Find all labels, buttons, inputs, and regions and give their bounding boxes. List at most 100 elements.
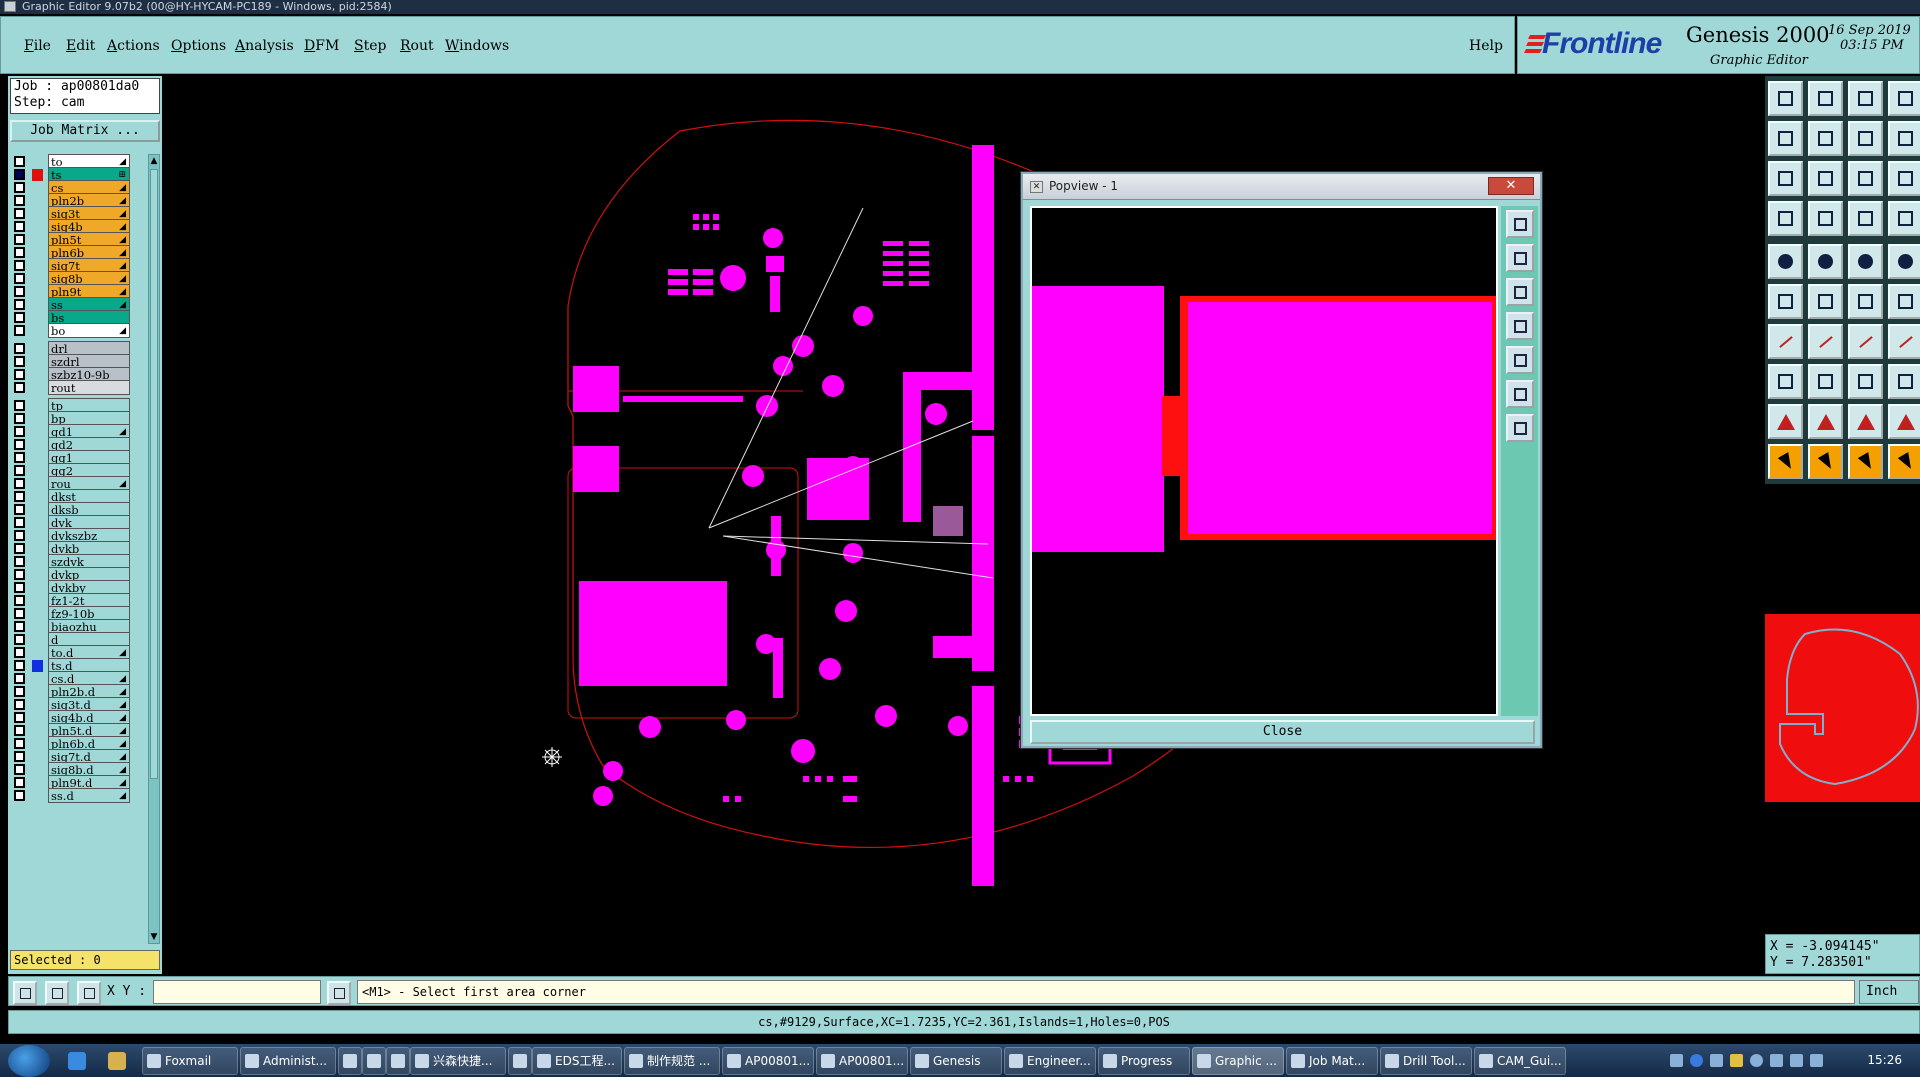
node-icon[interactable]	[1768, 364, 1803, 399]
keyboard-icon[interactable]	[1670, 1054, 1683, 1067]
join-icon[interactable]	[1888, 364, 1920, 399]
window-icon[interactable]	[1888, 81, 1920, 116]
popview-window[interactable]: ✕ Popview - 1 ✕ Close	[1021, 172, 1542, 748]
taskbar-task[interactable]: Foxmail	[142, 1047, 238, 1075]
taskbar-task[interactable]: Engineer...	[1004, 1047, 1096, 1075]
window-title-bar[interactable]: Graphic Editor 9.07b2 (00@HY-HYCAM-PC189…	[0, 0, 1920, 14]
layer-checkbox[interactable]	[14, 543, 25, 554]
grid-icon[interactable]	[1808, 201, 1843, 236]
layer-checkbox[interactable]	[14, 686, 25, 697]
menu-file[interactable]: File	[24, 38, 51, 54]
taskbar-task[interactable]	[338, 1047, 362, 1075]
layer-checkbox[interactable]	[14, 221, 25, 232]
layer-row[interactable]: ss.d ◢	[12, 788, 144, 803]
power-icon[interactable]	[1810, 1054, 1823, 1067]
menu-rout[interactable]: Rout	[400, 38, 434, 54]
layer-checkbox[interactable]	[14, 195, 25, 206]
taskbar-task[interactable]: CAM_Gui...	[1474, 1047, 1566, 1075]
taskbar-task[interactable]: 制作规范 ...	[624, 1047, 720, 1075]
triangle-c-icon[interactable]	[1888, 404, 1920, 439]
scroll-down-icon[interactable]: ▼	[149, 931, 159, 943]
taskbar-task[interactable]: Job Mat...	[1286, 1047, 1378, 1075]
layer-checkbox[interactable]	[14, 699, 25, 710]
taskbar-task[interactable]: AP00801...	[722, 1047, 814, 1075]
layer-checkbox[interactable]	[14, 777, 25, 788]
cut-icon[interactable]	[1808, 364, 1843, 399]
layer-checkbox[interactable]	[14, 790, 25, 801]
taskbar-task[interactable]: EDS工程...	[532, 1047, 622, 1075]
layer-checkbox[interactable]	[14, 621, 25, 632]
menu-options[interactable]: Options	[171, 38, 226, 54]
pick-icon[interactable]	[1808, 444, 1843, 479]
draw-icon[interactable]	[1888, 121, 1920, 156]
layer-checkbox[interactable]	[14, 673, 25, 684]
pointer-icon[interactable]	[1848, 444, 1883, 479]
taskbar-task[interactable]: Graphic ...	[1192, 1047, 1284, 1075]
stretch-icon[interactable]	[1888, 324, 1920, 359]
layer-checkbox[interactable]	[14, 491, 25, 502]
layer-checkbox[interactable]	[14, 156, 25, 167]
triangle-b-icon[interactable]	[1848, 404, 1883, 439]
layer-checkbox[interactable]	[14, 751, 25, 762]
pad-icon[interactable]	[1768, 244, 1803, 279]
layer-checkbox[interactable]	[14, 595, 25, 606]
menu-help[interactable]: Help	[1469, 38, 1503, 54]
layer-checkbox[interactable]	[14, 400, 25, 411]
layer-checkbox[interactable]	[14, 273, 25, 284]
menu-analysis[interactable]: Analysis	[235, 38, 294, 54]
taskbar-task[interactable]	[362, 1047, 386, 1075]
layer-checkbox[interactable]	[14, 569, 25, 580]
antivirus-icon[interactable]	[1750, 1054, 1763, 1067]
layer-checkbox[interactable]	[14, 725, 25, 736]
layer-checkbox[interactable]	[14, 413, 25, 424]
layer-checkbox[interactable]	[14, 582, 25, 593]
snap-icon[interactable]	[1768, 284, 1803, 319]
menu-dfm[interactable]: DFM	[304, 38, 339, 54]
layer-name[interactable]: ss.d ◢	[48, 788, 130, 803]
connect-icon[interactable]	[1848, 201, 1883, 236]
taskbar-task[interactable]: Administ...	[240, 1047, 336, 1075]
ratio-icon[interactable]	[1848, 161, 1883, 196]
taskbar-clock[interactable]: 15:26	[1867, 1053, 1902, 1067]
layer-name[interactable]: bo ◢	[48, 323, 130, 338]
layer-checkbox[interactable]	[14, 182, 25, 193]
taskbar-task[interactable]: AP00801...	[816, 1047, 908, 1075]
select-area-icon[interactable]	[1808, 244, 1843, 279]
fit-screen-icon[interactable]	[1768, 161, 1803, 196]
layer-checkbox[interactable]	[14, 169, 25, 180]
move-icon[interactable]	[1888, 284, 1920, 319]
layer-checkbox[interactable]	[14, 260, 25, 271]
layer-checkbox[interactable]	[14, 234, 25, 245]
home-icon[interactable]	[1848, 81, 1883, 116]
move-point-icon[interactable]	[1848, 284, 1883, 319]
zoom-icon[interactable]	[1808, 161, 1843, 196]
network-icon[interactable]	[1770, 1054, 1783, 1067]
text-cursor-icon[interactable]	[327, 981, 351, 1005]
path-icon[interactable]	[1888, 444, 1920, 479]
help-icon[interactable]	[1690, 1054, 1703, 1067]
flag-icon[interactable]	[1730, 1054, 1743, 1067]
layer-checkbox[interactable]	[14, 312, 25, 323]
select-icon[interactable]	[1768, 444, 1803, 479]
help-book-icon[interactable]	[1888, 161, 1920, 196]
layer-checkbox[interactable]	[14, 647, 25, 658]
layer-checkbox[interactable]	[14, 634, 25, 645]
popview-zoom-area-icon[interactable]	[1506, 380, 1534, 408]
tray-chevron-icon[interactable]	[1710, 1054, 1723, 1067]
layer-checkbox[interactable]	[14, 478, 25, 489]
layer-checkbox[interactable]	[14, 286, 25, 297]
grid-mode-icon[interactable]	[77, 981, 101, 1005]
scroll-thumb[interactable]	[150, 169, 158, 779]
layer-checkbox[interactable]	[14, 343, 25, 354]
layer-checkbox[interactable]	[14, 465, 25, 476]
popview-pan-left-icon[interactable]	[1506, 312, 1534, 340]
units-selector[interactable]: Inch	[1859, 980, 1919, 1004]
layer-row[interactable]: bo ◢	[12, 323, 144, 338]
taskbar-task[interactable]: 兴森快捷...	[410, 1047, 506, 1075]
job-matrix-button[interactable]: Job Matrix ...	[10, 120, 160, 142]
menu-step[interactable]: Step	[354, 38, 386, 54]
popview-zoom-in-icon[interactable]	[1506, 244, 1534, 272]
layer-row[interactable]: rout	[12, 380, 144, 395]
layer-checkbox[interactable]	[14, 325, 25, 336]
layer-checkbox[interactable]	[14, 530, 25, 541]
